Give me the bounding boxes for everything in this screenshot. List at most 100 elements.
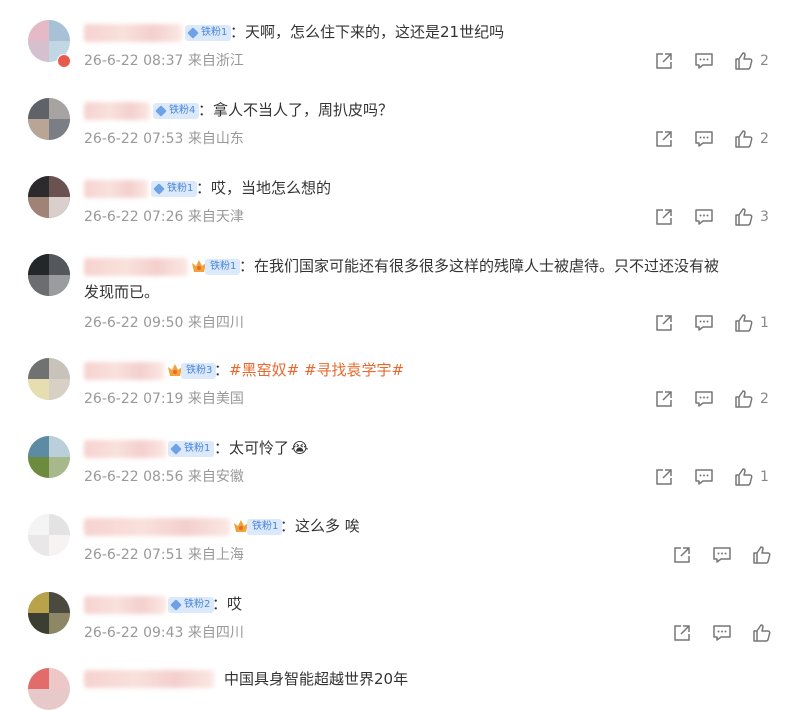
- comment-list: 铁粉1 ：天啊，怎么住下来的，这还是21世纪吗 26-6-22 08:37 来自…: [0, 0, 800, 710]
- comment-actions: 2: [654, 387, 784, 411]
- username[interactable]: [84, 596, 166, 614]
- comment-item: 铁粉1 ：哎，当地怎么想的 26-6-22 07:26 来自天津 3: [0, 176, 800, 246]
- username[interactable]: [84, 180, 148, 198]
- username[interactable]: [84, 258, 188, 276]
- comment-meta: 26-6-22 07:26 来自天津: [84, 209, 244, 225]
- crying-emoji: 😭: [291, 439, 309, 457]
- comment-actions: 2: [654, 127, 784, 151]
- share-button[interactable]: [654, 311, 674, 335]
- like-count: 3: [760, 209, 769, 225]
- comment-icon: [695, 53, 713, 69]
- share-button[interactable]: [654, 127, 674, 151]
- comment-button[interactable]: [694, 127, 714, 151]
- fan-badge: 铁粉1: [205, 259, 241, 275]
- like-icon: [735, 208, 753, 226]
- diamond-icon: [153, 183, 165, 195]
- comment-meta: 26-6-22 07:53 来自山东: [84, 131, 244, 147]
- comment-button[interactable]: [694, 465, 714, 489]
- diamond-icon: [187, 27, 199, 39]
- comment-icon: [695, 315, 713, 331]
- fan-badge: 铁粉1: [247, 519, 283, 535]
- comment-icon: [713, 547, 731, 563]
- like-button[interactable]: 3: [734, 205, 769, 229]
- like-button[interactable]: 1: [734, 311, 769, 335]
- comment-button[interactable]: [694, 49, 714, 73]
- share-icon: [674, 547, 690, 563]
- comment-text: ：在我们国家可能还有很多很多这样的残障人士被虐待。只不过还没有被: [239, 257, 720, 275]
- like-icon: [753, 624, 771, 642]
- comment-text: ：这么多 唉: [280, 517, 360, 535]
- share-icon: [674, 625, 690, 641]
- username[interactable]: [84, 670, 214, 688]
- comment-button[interactable]: [694, 205, 714, 229]
- username[interactable]: [84, 24, 182, 42]
- comment-text: ：哎，当地怎么想的: [196, 179, 332, 197]
- like-icon: [735, 130, 753, 148]
- comment-text: ：拿人不当人了，周扒皮吗？: [198, 101, 394, 119]
- comment-button[interactable]: [694, 311, 714, 335]
- like-count: 1: [760, 315, 769, 331]
- comment-icon: [695, 469, 713, 485]
- comment-prefix: ：: [214, 361, 230, 379]
- avatar[interactable]: [28, 436, 70, 478]
- comment-item: 铁粉1 ：天啊，怎么住下来的，这还是21世纪吗 26-6-22 08:37 来自…: [0, 20, 800, 90]
- like-button[interactable]: 2: [734, 49, 769, 73]
- share-icon: [656, 315, 672, 331]
- comment-meta: 26-6-22 07:19 来自美国: [84, 391, 244, 407]
- topic-tag[interactable]: #寻找袁学宇#: [304, 361, 404, 379]
- comment-item: 铁粉4 ：拿人不当人了，周扒皮吗？ 26-6-22 07:53 来自山东 2: [0, 98, 800, 168]
- avatar[interactable]: [28, 358, 70, 400]
- fan-badge: 铁粉1: [151, 181, 198, 197]
- diamond-icon: [170, 443, 182, 455]
- vip-badge-icon: [57, 54, 71, 68]
- comment-button[interactable]: [712, 543, 732, 567]
- share-icon: [656, 53, 672, 69]
- like-icon: [735, 314, 753, 332]
- avatar[interactable]: [28, 668, 70, 710]
- comment-meta: 26-6-22 08:37 来自浙江: [84, 53, 244, 69]
- like-button[interactable]: [752, 621, 772, 645]
- avatar[interactable]: [28, 254, 70, 296]
- comment-icon: [695, 209, 713, 225]
- fan-badge: 铁粉3: [181, 363, 217, 379]
- like-button[interactable]: 2: [734, 127, 769, 151]
- avatar[interactable]: [28, 98, 70, 140]
- share-button[interactable]: [654, 205, 674, 229]
- share-icon: [656, 131, 672, 147]
- comment-item: 铁粉2 ：哎 26-6-22 09:43 来自四川: [0, 592, 800, 662]
- comment-button[interactable]: [712, 621, 732, 645]
- share-button[interactable]: [672, 543, 692, 567]
- comment-icon: [695, 391, 713, 407]
- like-count: 2: [760, 131, 769, 147]
- diamond-icon: [170, 599, 182, 611]
- username[interactable]: [84, 518, 230, 536]
- share-button[interactable]: [654, 387, 674, 411]
- comment-text: ：太可怜了 😭: [214, 439, 309, 457]
- comment-item: 铁粉1 ：这么多 唉 26-6-22 07:51 来自上海: [0, 514, 800, 584]
- like-button[interactable]: [752, 543, 772, 567]
- comment-meta: 26-6-22 07:51 来自上海: [84, 547, 244, 563]
- username[interactable]: [84, 440, 166, 458]
- topic-tag[interactable]: #黑窑奴#: [229, 361, 299, 379]
- share-button[interactable]: [654, 49, 674, 73]
- like-button[interactable]: 1: [734, 465, 769, 489]
- username[interactable]: [84, 362, 164, 380]
- diamond-icon: [155, 105, 167, 117]
- like-button[interactable]: 2: [734, 387, 769, 411]
- share-button[interactable]: [654, 465, 674, 489]
- comment-item: 铁粉3 ：#黑窑奴# #寻找袁学宇# 26-6-22 07:19 来自美国 2: [0, 358, 800, 428]
- comment-actions: 3: [654, 205, 784, 229]
- avatar[interactable]: [28, 176, 70, 218]
- comment-button[interactable]: [694, 387, 714, 411]
- avatar[interactable]: [28, 514, 70, 556]
- comment-actions: [672, 621, 782, 645]
- comment-actions: 2: [654, 49, 784, 73]
- avatar[interactable]: [28, 592, 70, 634]
- fan-badge: 铁粉1: [185, 25, 232, 41]
- comment-icon: [713, 625, 731, 641]
- username[interactable]: [84, 102, 150, 120]
- share-button[interactable]: [672, 621, 692, 645]
- fan-badge: 铁粉2: [168, 597, 215, 613]
- like-count: 2: [760, 391, 769, 407]
- like-count: 2: [760, 53, 769, 69]
